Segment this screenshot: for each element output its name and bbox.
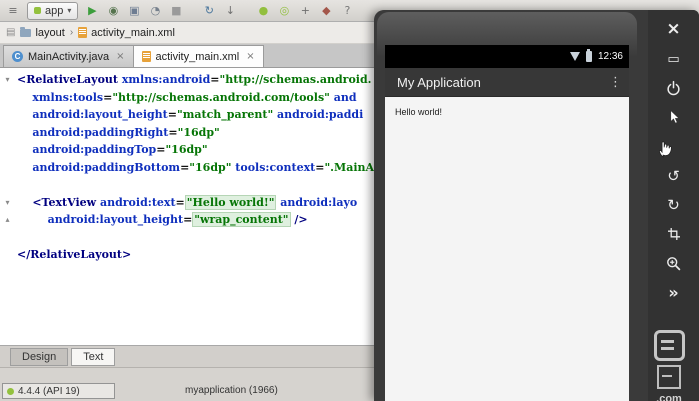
phone-status-bar: 12:36 (385, 45, 629, 68)
clock-label: 12:36 (598, 51, 623, 62)
fold-marker (0, 141, 15, 159)
android-device-icon (7, 388, 14, 395)
code-line[interactable]: android:layout_height="wrap_content" /> (17, 211, 374, 229)
process-label: myapplication (1966) (185, 385, 278, 396)
status-bar: 4.4.4 (API 19) myapplication (1966) (0, 367, 375, 401)
tool-window-icon[interactable]: ▤ (6, 27, 15, 38)
code-line[interactable]: android:paddingRight="16dp" (17, 124, 374, 142)
help-button[interactable]: ? (339, 3, 355, 19)
code-area: <RelativeLayout xmlns:android="http://sc… (17, 71, 374, 264)
editor-gutter: ▾▾▴ (0, 71, 15, 264)
code-line[interactable] (17, 229, 374, 247)
emulator-pointer-button[interactable] (661, 106, 687, 128)
code-line[interactable] (17, 176, 374, 194)
tab-mainactivity-java[interactable]: C MainActivity.java × (3, 45, 134, 67)
crop-icon (666, 226, 682, 242)
emulator-close-button[interactable]: × (661, 17, 687, 41)
phone-screen[interactable]: 12:36 My Application ⋮ Hello world! (385, 45, 629, 401)
fold-marker[interactable]: ▾ (0, 71, 15, 89)
chevron-right-icon: › (70, 27, 73, 38)
sdk-manager-button[interactable]: ◎ (276, 3, 292, 19)
attach-debugger-button[interactable]: ◆ (318, 3, 334, 19)
device-label: 4.4.4 (API 19) (18, 386, 80, 397)
pointer-arrow-icon (666, 109, 682, 125)
run-button[interactable]: ▶ (84, 3, 100, 19)
toolbar-icon-group: ▶ ◉ ▣ ◔ ■ ↻ ↓ ● ◎ + ◆? (84, 3, 355, 19)
breadcrumb: ▤ layout › activity_main.xml (0, 22, 375, 44)
code-line[interactable]: <RelativeLayout xmlns:android="http://sc… (17, 71, 374, 89)
emulator-fit-window-button[interactable] (661, 223, 687, 245)
xml-file-icon (142, 51, 151, 62)
tab-activity-main-xml[interactable]: activity_main.xml × (133, 45, 264, 67)
app-title: My Application (397, 75, 481, 90)
fold-marker[interactable]: ▾ (0, 194, 15, 212)
tab-label: MainActivity.java (28, 51, 109, 63)
profiler-button[interactable]: ◔ (147, 3, 163, 19)
debug-button[interactable]: ◉ (105, 3, 121, 19)
editor-tab-bar: C MainActivity.java × activity_main.xml … (0, 44, 375, 68)
code-line[interactable]: </RelativeLayout> (17, 246, 374, 264)
android-studio-screen: ≡ app ▾ ▶ ◉ ▣ ◔ ■ ↻ ↓ ● ◎ + ◆? ▤ layout › activity… (0, 0, 699, 401)
run-config-label: app (45, 5, 63, 17)
sync-project-button[interactable]: ↻ (201, 3, 217, 19)
code-line[interactable]: android:paddingBottom="16dp" tools:conte… (17, 159, 374, 177)
emulator-zoom-button[interactable] (661, 252, 687, 274)
chevron-down-icon: ▾ (67, 6, 71, 15)
close-icon[interactable]: × (246, 51, 254, 62)
hand-cursor-icon (656, 138, 675, 162)
battery-icon (586, 51, 592, 62)
fold-marker (0, 106, 15, 124)
fold-marker (0, 229, 15, 247)
run-config-dropdown[interactable]: app ▾ (27, 2, 78, 20)
zoom-in-icon (665, 255, 682, 272)
coverage-button[interactable]: ▣ (126, 3, 142, 19)
fold-marker[interactable]: ▴ (0, 211, 15, 229)
fold-marker (0, 89, 15, 107)
wifi-icon (570, 52, 580, 61)
watermark-glyph (657, 365, 681, 389)
watermark-logo (654, 330, 685, 361)
breadcrumb-item-layout[interactable]: layout (20, 27, 64, 39)
fold-marker (0, 176, 15, 194)
close-icon[interactable]: × (116, 51, 124, 62)
watermark-text: .com (656, 393, 682, 401)
code-line[interactable]: android:layout_height="match_parent" and… (17, 106, 374, 124)
app-action-bar: My Application ⋮ (385, 68, 629, 97)
emulator-rotate-right-button[interactable]: ↻ (661, 194, 687, 216)
window-menu-icon[interactable]: ≡ (5, 3, 21, 19)
emulator-rotate-left-button[interactable]: ↺ (661, 165, 687, 187)
code-line[interactable]: android:paddingTop="16dp" (17, 141, 374, 159)
app-module-icon (34, 7, 41, 14)
fold-marker (0, 246, 15, 264)
fold-marker (0, 159, 15, 177)
hello-world-text: Hello world! (385, 97, 629, 117)
xml-file-icon (78, 27, 87, 38)
editor-mode-tabs: Design Text (0, 345, 375, 367)
code-line[interactable]: <TextView android:text="Hello world!" an… (17, 194, 374, 212)
class-icon: C (12, 51, 23, 62)
emulator-more-button[interactable]: » (661, 281, 687, 303)
breadcrumb-item-file[interactable]: activity_main.xml (78, 27, 175, 39)
tab-design[interactable]: Design (10, 348, 68, 366)
emulator-minimize-button[interactable]: ▭ (661, 48, 687, 70)
watermark: .com (641, 330, 697, 401)
stop-button[interactable]: ■ (168, 3, 184, 19)
code-line[interactable]: xmlns:tools="http://schemas.android.com/… (17, 89, 374, 107)
power-icon (665, 80, 682, 97)
avd-manager-button[interactable]: ● (255, 3, 271, 19)
tab-label: activity_main.xml (156, 51, 240, 63)
folder-icon (20, 29, 31, 37)
fold-marker (0, 124, 15, 142)
tab-text[interactable]: Text (71, 348, 115, 366)
emulator-power-button[interactable] (661, 77, 687, 99)
vcs-checkout-button[interactable]: ↓ (222, 3, 238, 19)
overflow-menu-icon[interactable]: ⋮ (609, 68, 622, 96)
settings-button[interactable]: + (297, 3, 313, 19)
code-editor[interactable]: ▾▾▴ <RelativeLayout xmlns:android="http:… (0, 68, 375, 345)
device-selector[interactable]: 4.4.4 (API 19) (2, 383, 115, 399)
